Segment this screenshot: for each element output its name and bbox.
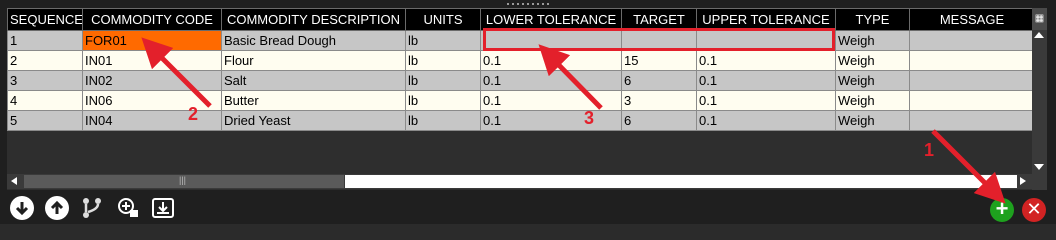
table-row[interactable]: 3 IN02 Salt lb 0.1 6 0.1 Weigh	[7, 70, 1035, 91]
cell-lower-tolerance[interactable]: 0.1	[480, 50, 622, 71]
arrow-down-circle-icon	[15, 202, 29, 216]
cell-units[interactable]: lb	[405, 110, 481, 131]
column-header-type[interactable]: TYPE	[835, 8, 910, 31]
cell-target[interactable]: 6	[621, 70, 697, 91]
annotation-label-2: 2	[188, 104, 199, 124]
move-up-button[interactable]	[45, 196, 69, 220]
cell-type[interactable]: Weigh	[835, 110, 910, 131]
cell-type[interactable]: Weigh	[835, 30, 910, 51]
cell-message[interactable]	[909, 110, 1035, 131]
column-chooser-icon[interactable]: ▦	[1032, 8, 1047, 30]
cell-type[interactable]: Weigh	[835, 70, 910, 91]
cell-sequence[interactable]: 1	[7, 30, 83, 51]
scroll-left-arrow-icon[interactable]	[11, 177, 17, 185]
scroll-right-arrow-icon[interactable]	[1020, 177, 1026, 185]
plus-circle-icon: +	[995, 196, 1009, 221]
cell-units[interactable]: lb	[405, 70, 481, 91]
cell-sequence[interactable]: 3	[7, 70, 83, 91]
scroll-up-arrow-icon[interactable]	[1034, 32, 1044, 38]
cell-commodity-code[interactable]: IN04	[82, 110, 222, 131]
table-row[interactable]: 5 IN04 Dried Yeast lb 0.1 6 0.1 Weigh	[7, 110, 1035, 131]
cell-upper-tolerance[interactable]: 0.1	[696, 110, 836, 131]
cell-units[interactable]: lb	[405, 90, 481, 111]
cell-type[interactable]: Weigh	[835, 90, 910, 111]
download-tray-icon	[152, 198, 174, 218]
cell-commodity-description[interactable]: Flour	[221, 50, 406, 71]
cell-target[interactable]: 6	[621, 110, 697, 131]
annotation-label-1: 1	[924, 140, 935, 160]
cell-type[interactable]: Weigh	[835, 50, 910, 71]
recipe-ingredient-panel: SEQUENCE COMMODITY CODE COMMODITY DESCRI…	[0, 0, 1056, 224]
cell-target[interactable]: 15	[621, 50, 697, 71]
branch-icon	[83, 198, 101, 218]
horizontal-scrollbar[interactable]: |||	[7, 174, 1032, 189]
cancel-button[interactable]: ✕	[1022, 198, 1046, 222]
cell-lower-tolerance[interactable]: 0.1	[480, 90, 622, 111]
copy-add-button[interactable]	[116, 196, 140, 220]
cell-upper-tolerance[interactable]: 0.1	[696, 70, 836, 91]
annotation-label-3: 3	[584, 108, 595, 128]
cell-sequence[interactable]: 5	[7, 110, 83, 131]
cell-sequence[interactable]: 4	[7, 90, 83, 111]
cell-lower-tolerance[interactable]: 0.1	[480, 70, 622, 91]
vertical-scrollbar[interactable]: ▦	[1032, 8, 1047, 190]
cell-sequence[interactable]: 2	[7, 50, 83, 71]
cell-commodity-description[interactable]: Salt	[221, 70, 406, 91]
branch-button[interactable]	[80, 196, 104, 220]
table-row[interactable]: 4 IN06 Butter lb 0.1 3 0.1 Weigh	[7, 90, 1035, 111]
cell-commodity-code[interactable]: IN06	[82, 90, 222, 111]
cell-message[interactable]	[909, 90, 1035, 111]
import-button[interactable]	[151, 196, 175, 220]
column-header-units[interactable]: UNITS	[405, 8, 481, 31]
cell-target[interactable]: 3	[621, 90, 697, 111]
column-header-message[interactable]: MESSAGE	[909, 8, 1035, 31]
cell-message[interactable]	[909, 30, 1035, 51]
cell-commodity-code-selected[interactable]: FOR01	[82, 30, 222, 51]
scroll-down-arrow-icon[interactable]	[1034, 164, 1044, 170]
ingredient-table: SEQUENCE COMMODITY CODE COMMODITY DESCRI…	[7, 8, 1035, 131]
add-row-button[interactable]: +	[990, 198, 1014, 222]
grid-toolbar	[0, 192, 1056, 224]
move-down-button[interactable]	[10, 196, 34, 220]
cell-commodity-description[interactable]: Basic Bread Dough	[221, 30, 406, 51]
table-row[interactable]: 2 IN01 Flour lb 0.1 15 0.1 Weigh	[7, 50, 1035, 71]
cell-commodity-code[interactable]: IN01	[82, 50, 222, 71]
close-circle-icon: ✕	[1026, 199, 1042, 219]
column-header-sequence[interactable]: SEQUENCE	[7, 8, 83, 31]
horizontal-scroll-thumb[interactable]: |||	[24, 175, 344, 188]
arrow-up-circle-icon	[50, 200, 64, 214]
cell-commodity-code[interactable]: IN02	[82, 70, 222, 91]
annotation-highlight-box	[483, 28, 835, 51]
column-header-commodity-code[interactable]: COMMODITY CODE	[82, 8, 222, 31]
cell-commodity-description[interactable]: Dried Yeast	[221, 110, 406, 131]
cell-units[interactable]: lb	[405, 50, 481, 71]
cell-upper-tolerance[interactable]: 0.1	[696, 90, 836, 111]
cell-upper-tolerance[interactable]: 0.1	[696, 50, 836, 71]
resize-grip[interactable]	[500, 1, 556, 7]
cell-message[interactable]	[909, 50, 1035, 71]
cell-lower-tolerance[interactable]: 0.1	[480, 110, 622, 131]
cell-units[interactable]: lb	[405, 30, 481, 51]
copy-add-icon	[118, 198, 138, 217]
cell-commodity-description[interactable]: Butter	[221, 90, 406, 111]
column-header-commodity-description[interactable]: COMMODITY DESCRIPTION	[221, 8, 406, 31]
thumb-grip-icon: |||	[179, 175, 187, 185]
horizontal-scroll-track[interactable]	[345, 175, 1017, 188]
cell-message[interactable]	[909, 70, 1035, 91]
